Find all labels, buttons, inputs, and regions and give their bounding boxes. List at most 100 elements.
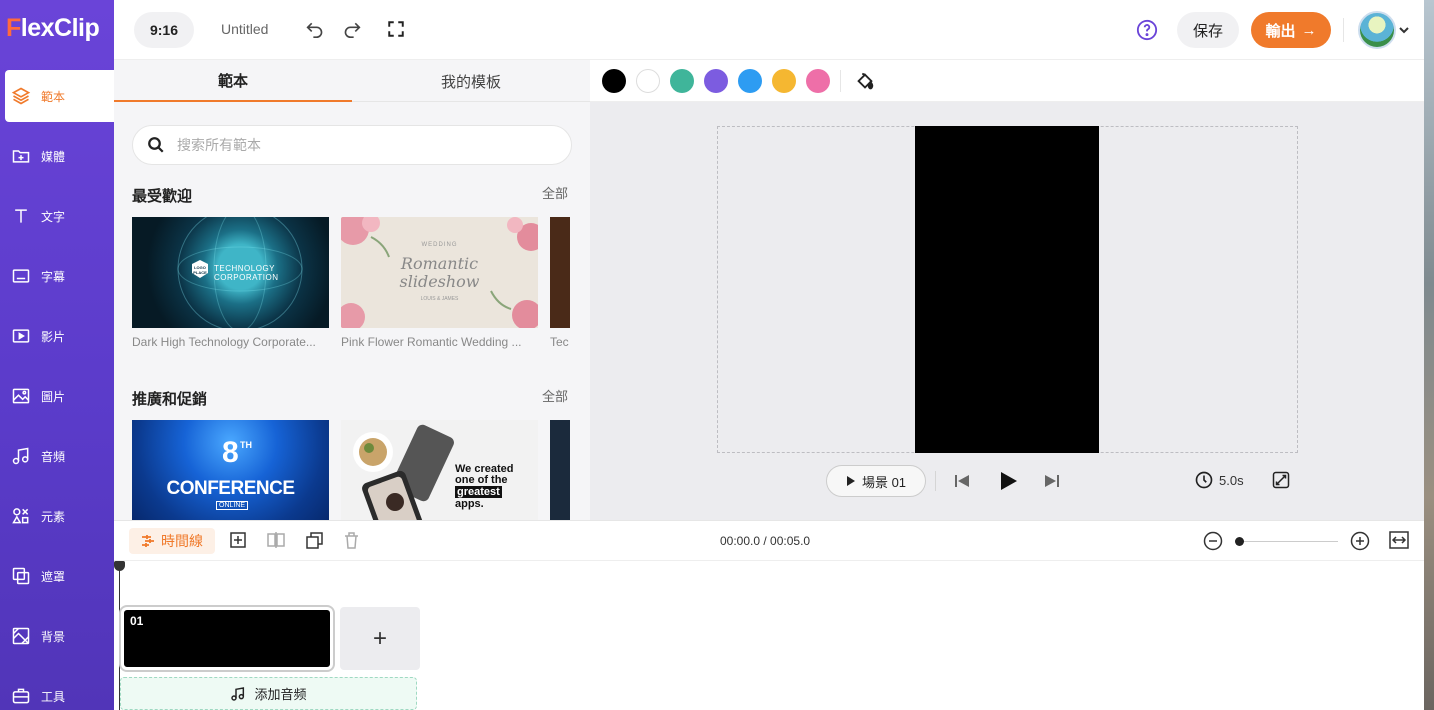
fullscreen-icon[interactable] bbox=[385, 18, 407, 40]
color-swatch-purple[interactable] bbox=[704, 69, 728, 93]
sidebar-item-label: 範本 bbox=[41, 89, 66, 104]
search-input[interactable]: 搜索所有範本 bbox=[177, 135, 261, 155]
project-title[interactable]: Untitled bbox=[221, 21, 268, 37]
paint-bucket-icon[interactable] bbox=[854, 71, 876, 98]
template-thumbnail[interactable] bbox=[550, 420, 570, 520]
sidebar-item-label: 圖片 bbox=[41, 389, 66, 404]
preview-stage: 場景 01 5.0s bbox=[590, 102, 1424, 520]
sidebar-item-label: 影片 bbox=[41, 329, 66, 344]
sidebar-item-label: 媒體 bbox=[41, 149, 66, 164]
top-toolbar: 9:16 Untitled 保存 輸出 → bbox=[114, 0, 1424, 60]
sidebar-item-subtitles[interactable]: 字幕 bbox=[5, 250, 114, 302]
folder-plus-icon bbox=[12, 150, 30, 163]
color-swatch-green[interactable] bbox=[670, 69, 694, 93]
toolbox-icon bbox=[12, 688, 30, 704]
thumbnail-text: ONLINE bbox=[216, 501, 249, 510]
template-caption: Tec bbox=[550, 335, 569, 349]
text-icon bbox=[15, 209, 27, 223]
sidebar-item-video[interactable]: 影片 bbox=[5, 310, 114, 362]
divider bbox=[1343, 18, 1344, 42]
template-thumbnail[interactable]: LOGO PLACE TECHNOLOGY CORPORATION bbox=[132, 217, 329, 328]
clock-icon bbox=[1195, 471, 1213, 489]
sidebar-item-audio[interactable]: 音頻 bbox=[5, 430, 114, 482]
sidebar: FlexClip 範本 媒體 文字 字幕 影片 圖片 音頻 元素 遮罩 背景 工… bbox=[0, 0, 114, 710]
zoom-slider-handle[interactable] bbox=[1235, 537, 1244, 546]
thumbnail-text: TH bbox=[240, 440, 252, 450]
export-button[interactable]: 輸出 → bbox=[1251, 12, 1331, 48]
scene-duration[interactable]: 5.0s bbox=[1195, 471, 1244, 489]
sidebar-item-images[interactable]: 圖片 bbox=[5, 370, 114, 422]
help-icon[interactable] bbox=[1136, 19, 1158, 41]
add-audio-button[interactable]: 添加音频 bbox=[120, 677, 417, 710]
chevron-down-icon[interactable] bbox=[1398, 22, 1410, 40]
template-thumbnail[interactable]: WEDDING Romantic slideshow LOUIS & JAMES bbox=[341, 217, 538, 328]
thumbnail-text: apps. bbox=[455, 498, 484, 510]
template-caption: Pink Flower Romantic Wedding ... bbox=[341, 335, 522, 349]
timeline-toggle[interactable]: 時間線 bbox=[129, 528, 215, 554]
sidebar-item-media[interactable]: 媒體 bbox=[5, 130, 114, 182]
scene-clip[interactable]: 01 bbox=[119, 605, 335, 672]
save-button[interactable]: 保存 bbox=[1177, 12, 1239, 48]
color-swatch-yellow[interactable] bbox=[772, 69, 796, 93]
sidebar-item-label: 文字 bbox=[41, 209, 66, 224]
zoom-slider-track[interactable] bbox=[1238, 541, 1338, 542]
timeline-track-area: 01 + 添加音频 bbox=[114, 561, 1424, 710]
sidebar-item-text[interactable]: 文字 bbox=[5, 190, 114, 242]
sidebar-item-label: 字幕 bbox=[41, 269, 66, 284]
redo-icon[interactable] bbox=[341, 18, 363, 40]
delete-icon[interactable] bbox=[344, 532, 359, 554]
mask-icon bbox=[12, 567, 30, 585]
flexclip-logo: FlexClip bbox=[6, 14, 100, 42]
add-scene-icon[interactable] bbox=[230, 532, 246, 553]
avatar[interactable] bbox=[1358, 11, 1396, 49]
add-scene-button[interactable]: + bbox=[340, 607, 420, 670]
video-canvas[interactable] bbox=[915, 126, 1099, 453]
divider bbox=[935, 471, 936, 491]
thumbnail-text: Romantic bbox=[400, 254, 479, 273]
tab-templates[interactable]: 範本 bbox=[114, 60, 352, 102]
sidebar-item-elements[interactable]: 元素 bbox=[5, 490, 114, 542]
clip-number: 01 bbox=[130, 614, 144, 628]
color-swatch-blue[interactable] bbox=[738, 69, 762, 93]
play-button[interactable] bbox=[999, 470, 1019, 497]
timeline-toolbar: 時間線 00:00.0 / 00:05.0 bbox=[114, 520, 1424, 561]
scene-selector[interactable]: 場景 01 bbox=[826, 465, 926, 497]
duplicate-icon[interactable] bbox=[306, 532, 323, 554]
color-swatch-black[interactable] bbox=[602, 69, 626, 93]
template-search[interactable]: 搜索所有範本 bbox=[132, 125, 572, 165]
color-swatch-pink[interactable] bbox=[806, 69, 830, 93]
skip-back-icon[interactable] bbox=[954, 474, 970, 493]
color-swatch-white[interactable] bbox=[636, 69, 660, 93]
thumbnail-text: greatest bbox=[455, 486, 502, 498]
zoom-in-icon[interactable] bbox=[1350, 531, 1370, 556]
sidebar-item-background[interactable]: 背景 bbox=[5, 610, 114, 662]
undo-icon[interactable] bbox=[304, 18, 326, 40]
template-thumbnail[interactable]: We created one of the greatest apps. bbox=[341, 420, 538, 520]
aspect-ratio-button[interactable]: 9:16 bbox=[134, 12, 194, 48]
elements-icon bbox=[12, 508, 29, 524]
see-all-promotion-link[interactable]: 全部 bbox=[542, 386, 568, 405]
thumbnail-text: LOUIS & JAMES bbox=[420, 296, 459, 302]
thumbnail-text: WEDDING bbox=[421, 242, 458, 248]
image-icon bbox=[12, 388, 30, 404]
sidebar-item-label: 背景 bbox=[41, 629, 66, 644]
music-icon bbox=[12, 447, 29, 465]
fit-timeline-icon[interactable] bbox=[1389, 531, 1409, 554]
template-thumbnail[interactable] bbox=[550, 217, 570, 328]
timecode: 00:00.0 / 00:05.0 bbox=[720, 534, 811, 548]
skip-forward-icon[interactable] bbox=[1044, 474, 1060, 493]
music-icon bbox=[231, 686, 245, 701]
see-all-popular-link[interactable]: 全部 bbox=[542, 183, 568, 202]
flexclip-editor: FlexClip 範本 媒體 文字 字幕 影片 圖片 音頻 元素 遮罩 背景 工… bbox=[0, 0, 1434, 710]
background-color-bar bbox=[590, 60, 1424, 102]
template-thumbnail[interactable]: 8 TH CONFERENCE ONLINE bbox=[132, 420, 329, 520]
sidebar-item-templates[interactable]: 範本 bbox=[5, 70, 114, 122]
expand-preview-icon[interactable] bbox=[1272, 471, 1290, 494]
video-icon bbox=[12, 329, 30, 343]
zoom-out-icon[interactable] bbox=[1203, 531, 1223, 556]
section-title-popular: 最受歡迎 bbox=[132, 188, 193, 205]
sidebar-item-mask[interactable]: 遮罩 bbox=[5, 550, 114, 602]
tab-my-templates[interactable]: 我的模板 bbox=[352, 60, 590, 102]
sidebar-item-tools[interactable]: 工具 bbox=[5, 670, 114, 710]
split-icon[interactable] bbox=[267, 532, 285, 553]
